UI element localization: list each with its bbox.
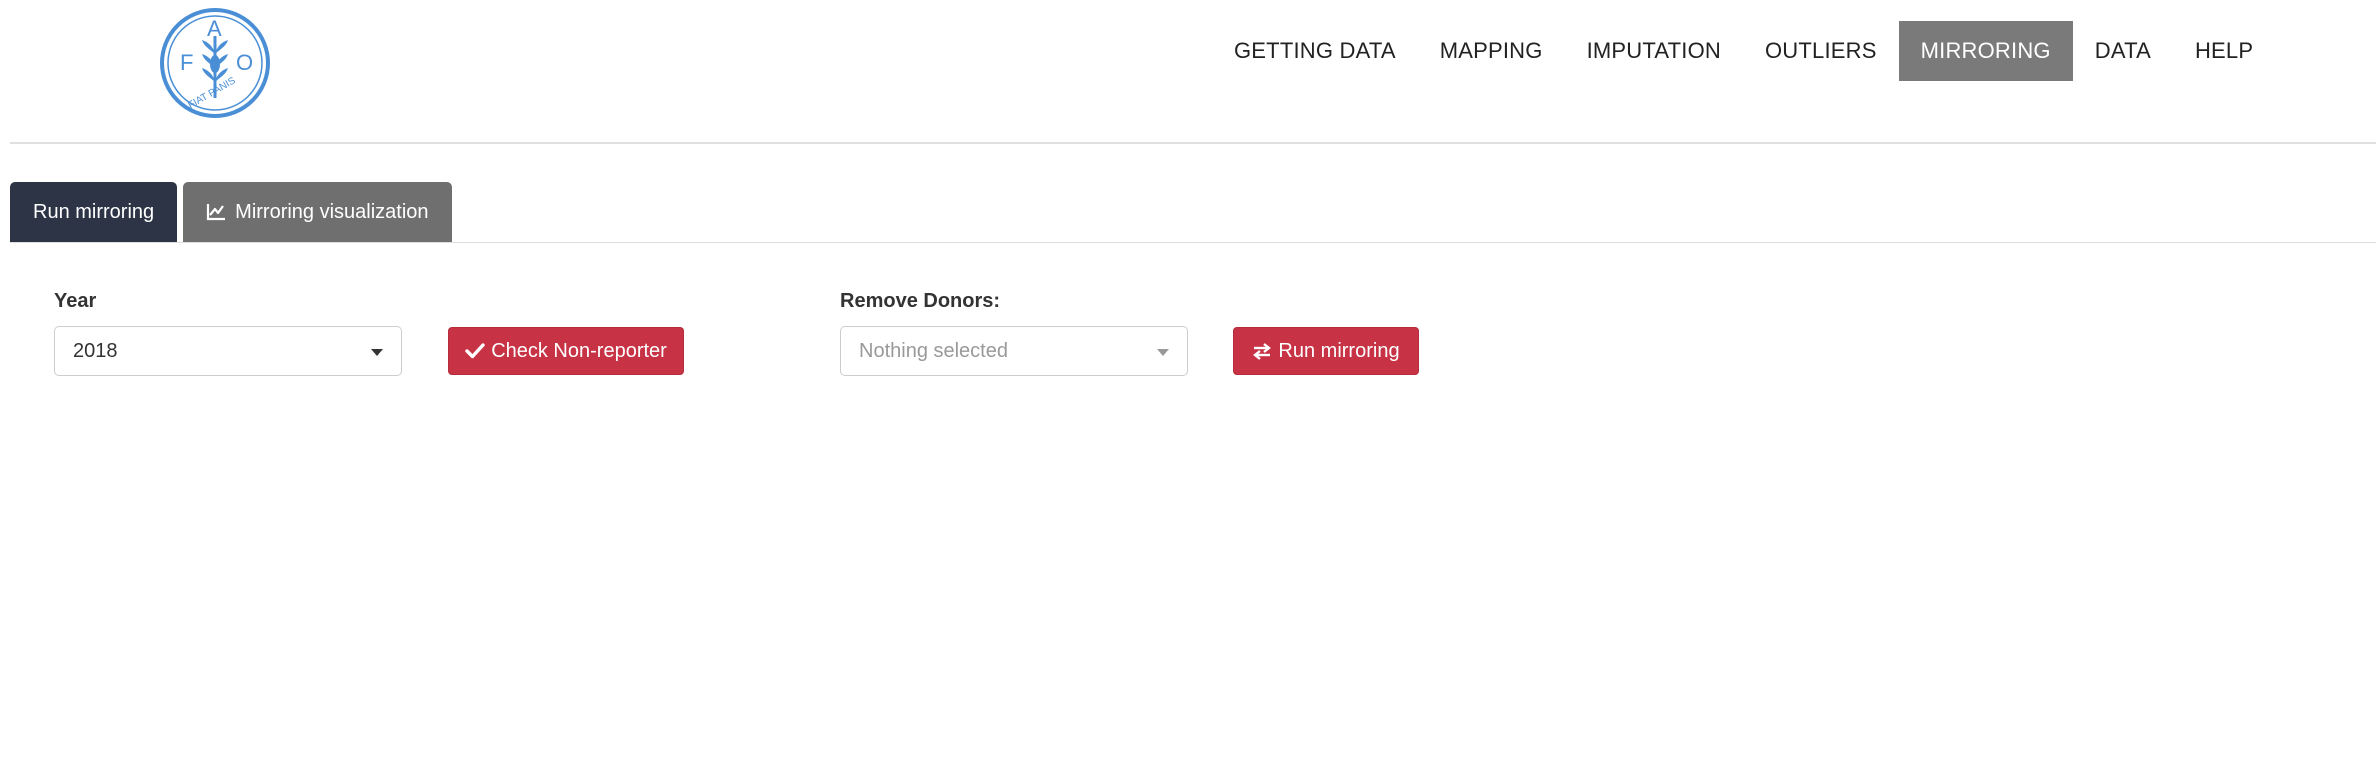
- logo-letter-a: A: [207, 16, 222, 41]
- logo-letter-f: F: [180, 50, 193, 75]
- nav-data[interactable]: DATA: [2073, 21, 2173, 81]
- logo-motto: FIAT PANIS: [186, 75, 238, 111]
- line-chart-icon: [206, 203, 226, 221]
- check-non-reporter-button[interactable]: Check Non-reporter: [448, 327, 684, 375]
- logo-letter-o: O: [236, 50, 253, 75]
- nav-help[interactable]: HELP: [2173, 21, 2275, 81]
- tab-label: Mirroring visualization: [235, 200, 429, 223]
- nav-getting-data[interactable]: GETTING DATA: [1212, 21, 1418, 81]
- chevron-down-icon: [1157, 349, 1169, 356]
- top-navbar: F A O FIAT PANIS GETTING DATA MAPPING IM…: [0, 0, 2376, 142]
- tab-label: Run mirroring: [33, 200, 155, 223]
- tab-mirroring-visualization[interactable]: Mirroring visualization: [183, 182, 452, 242]
- remove-donors-label: Remove Donors:: [840, 290, 1001, 312]
- year-label: Year: [54, 290, 97, 312]
- nav-outliers[interactable]: OUTLIERS: [1743, 21, 1899, 81]
- nav-imputation[interactable]: IMPUTATION: [1565, 21, 1743, 81]
- check-icon: [465, 342, 485, 360]
- exchange-icon: [1252, 342, 1272, 360]
- fao-logo-icon: F A O FIAT PANIS: [160, 8, 270, 118]
- tab-run-mirroring[interactable]: Run mirroring: [10, 182, 178, 242]
- fao-logo[interactable]: F A O FIAT PANIS: [158, 6, 272, 120]
- remove-donors-placeholder: Nothing selected: [859, 339, 1008, 362]
- main-nav: GETTING DATA MAPPING IMPUTATION OUTLIERS…: [1212, 21, 2275, 81]
- nav-mapping[interactable]: MAPPING: [1418, 21, 1565, 81]
- year-select-value: 2018: [73, 339, 118, 362]
- run-mirroring-button[interactable]: Run mirroring: [1233, 327, 1419, 375]
- remove-donors-select[interactable]: Nothing selected: [840, 326, 1188, 376]
- check-non-reporter-label: Check Non-reporter: [491, 339, 667, 362]
- tab-bar: Run mirroring Mirroring visualization: [10, 182, 452, 242]
- year-select[interactable]: 2018: [54, 326, 402, 376]
- navbar-divider: [10, 142, 2376, 144]
- nav-mirroring[interactable]: MIRRORING: [1898, 21, 2073, 81]
- chevron-down-icon: [371, 349, 383, 356]
- run-mirroring-label: Run mirroring: [1278, 339, 1400, 362]
- tab-divider: [10, 242, 2376, 243]
